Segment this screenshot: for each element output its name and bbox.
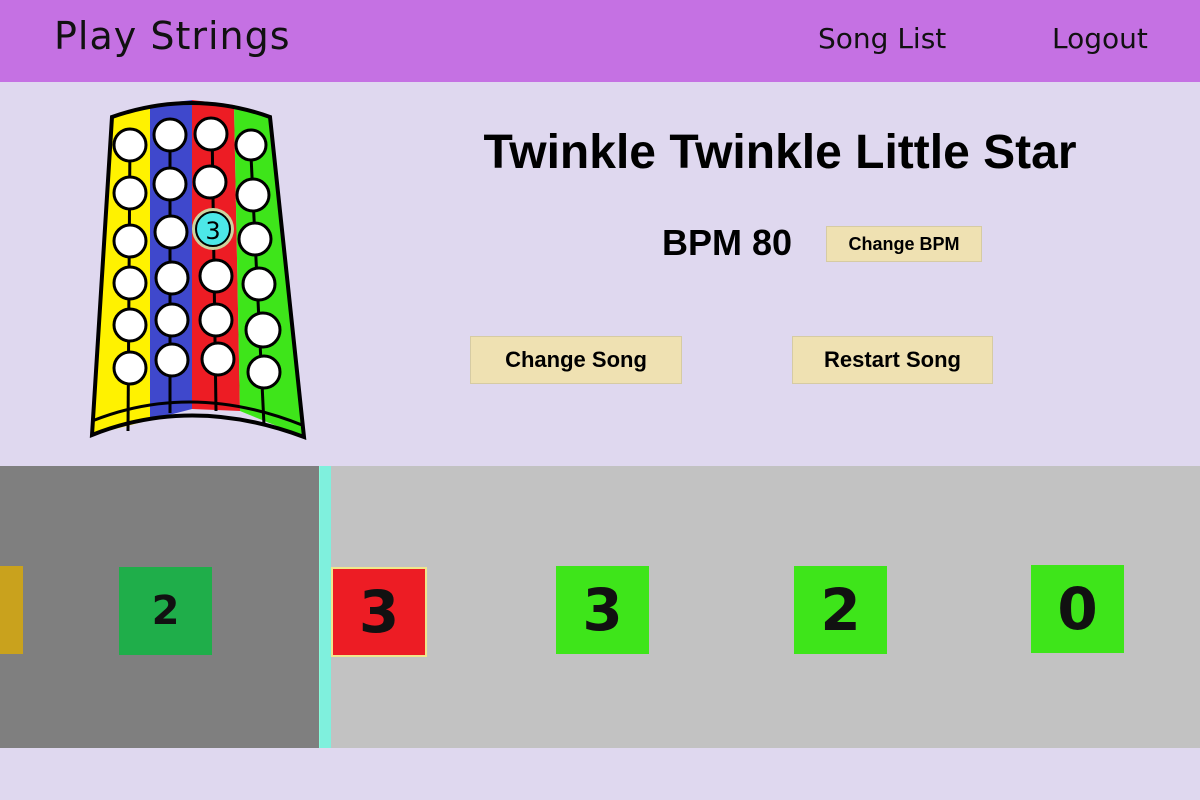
fret-dot[interactable] <box>244 311 282 349</box>
fret-dot[interactable] <box>198 302 234 338</box>
fret-dot[interactable] <box>112 265 148 301</box>
note-block-upcoming: 3 <box>556 566 649 654</box>
change-song-button[interactable]: Change Song <box>470 336 682 384</box>
fret-dot[interactable] <box>154 342 190 378</box>
note-block-partial <box>0 566 23 654</box>
fret-dot[interactable] <box>112 307 148 343</box>
playhead-line <box>319 466 331 748</box>
highlighted-fret-label: 3 <box>205 217 220 245</box>
fret-dot[interactable] <box>112 350 148 386</box>
fret-dot[interactable] <box>246 354 282 390</box>
fret-dot[interactable] <box>154 260 190 296</box>
top-nav-bar: Play Strings Song List Logout <box>0 0 1200 82</box>
fret-dot[interactable] <box>153 214 189 250</box>
song-title: Twinkle Twinkle Little Star <box>483 126 1077 179</box>
note-track: 2 3 3 2 0 <box>0 466 1200 748</box>
fret-dot[interactable] <box>200 341 236 377</box>
fret-dot[interactable] <box>112 223 148 259</box>
fret-dot[interactable] <box>154 302 190 338</box>
bpm-display: BPM 80 <box>662 222 793 263</box>
fretboard-diagram: 3 <box>89 100 307 441</box>
note-block-upcoming: 0 <box>1031 565 1124 653</box>
fret-dot[interactable] <box>237 221 273 257</box>
change-bpm-button[interactable]: Change BPM <box>826 226 982 262</box>
fret-dot[interactable] <box>235 177 271 213</box>
note-block-current: 3 <box>331 567 427 657</box>
note-block-upcoming: 2 <box>794 566 887 654</box>
fret-dot[interactable] <box>112 175 148 211</box>
fret-dot[interactable] <box>152 117 188 153</box>
app-logo[interactable]: Play Strings <box>54 14 291 58</box>
fret-dot[interactable] <box>193 116 229 152</box>
note-block-played: 2 <box>119 567 212 655</box>
fret-dot[interactable] <box>234 128 268 162</box>
string-instrument-fretboard: 3 <box>82 95 318 455</box>
fret-dot[interactable] <box>192 164 228 200</box>
fret-dot[interactable] <box>152 166 188 202</box>
fret-dot[interactable] <box>198 258 234 294</box>
fret-dot[interactable] <box>241 266 277 302</box>
nav-song-list-link[interactable]: Song List <box>818 22 946 55</box>
fret-dot[interactable] <box>112 127 148 163</box>
nav-logout-link[interactable]: Logout <box>1052 22 1148 55</box>
restart-song-button[interactable]: Restart Song <box>792 336 993 384</box>
